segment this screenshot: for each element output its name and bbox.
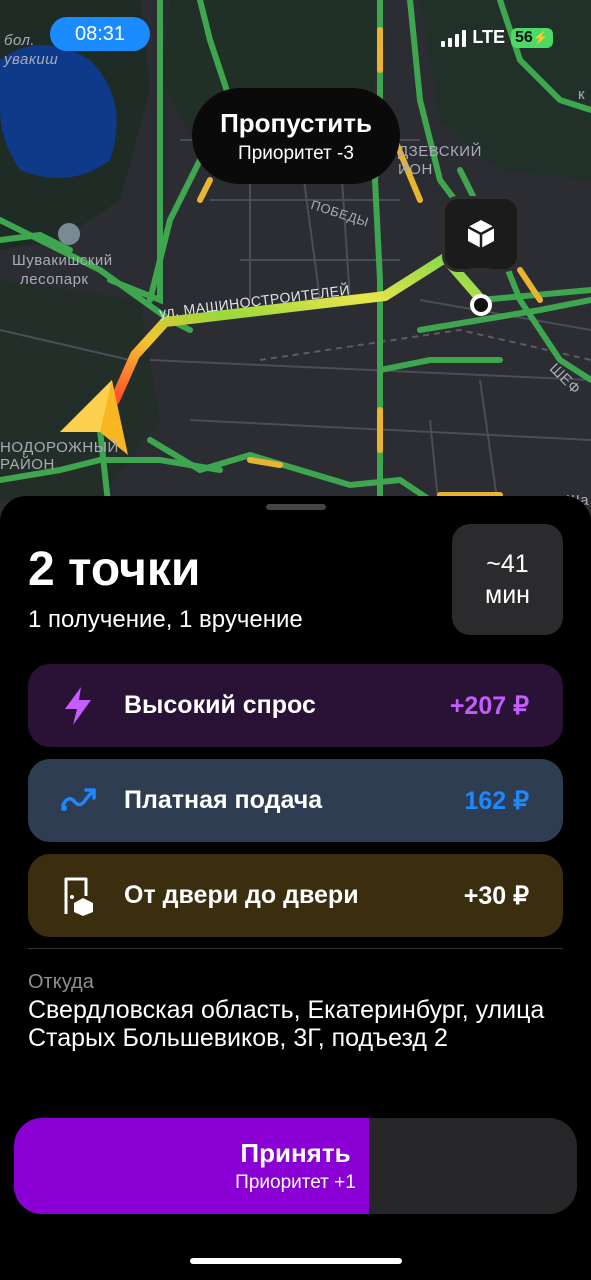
bonus-amount: +30 ₽ bbox=[463, 881, 529, 910]
accept-content: Принять Приоритет +1 bbox=[14, 1118, 577, 1214]
sheet-drag-handle[interactable] bbox=[266, 504, 326, 510]
skip-button[interactable]: Пропустить Приоритет -3 bbox=[192, 88, 400, 184]
status-indicators: LTE 56⚡ bbox=[441, 27, 553, 48]
home-indicator[interactable] bbox=[190, 1258, 402, 1264]
map-label: увакиш bbox=[4, 51, 59, 68]
from-label: Откуда bbox=[28, 971, 94, 993]
route-icon bbox=[58, 781, 98, 821]
from-address: Свердловская область, Екатеринбург, улиц… bbox=[28, 996, 545, 1052]
order-subtitle: 1 получение, 1 вручение bbox=[28, 606, 303, 633]
pickup-pin[interactable] bbox=[442, 196, 520, 272]
skip-button-label: Пропустить bbox=[220, 107, 372, 138]
order-sheet: 2 точки 1 получение, 1 вручение ~41 мин … bbox=[0, 496, 591, 1280]
order-title: 2 точки bbox=[28, 543, 201, 596]
skip-priority: Приоритет -3 bbox=[238, 142, 354, 164]
door-package-icon bbox=[58, 876, 98, 916]
lightning-icon bbox=[58, 686, 98, 726]
bonus-card-paid-pickup[interactable]: Платная подача 162 ₽ bbox=[28, 759, 563, 842]
accept-priority: Приоритет +1 bbox=[235, 1172, 356, 1193]
map-label: Шувакишский bbox=[12, 252, 113, 269]
network-type: LTE bbox=[472, 27, 506, 47]
map-label: НОДОРОЖНЫЙ bbox=[0, 439, 119, 456]
map-label: РАЙОН bbox=[0, 456, 55, 473]
bonus-amount: 162 ₽ bbox=[464, 786, 529, 815]
eta-value: ~41 bbox=[486, 549, 529, 578]
map-label: к bbox=[578, 86, 586, 103]
battery-icon: 56⚡ bbox=[511, 27, 553, 48]
map-label: ЙОН bbox=[398, 161, 433, 178]
bonus-label: Высокий спрос bbox=[124, 691, 316, 719]
divider bbox=[28, 948, 563, 949]
bonus-amount: +207 ₽ bbox=[449, 691, 529, 720]
charging-bolt-icon: ⚡ bbox=[532, 29, 549, 45]
bonus-card-door-to-door[interactable]: От двери до двери +30 ₽ bbox=[28, 854, 563, 937]
accept-label: Принять bbox=[240, 1138, 351, 1168]
status-time: 08:31 bbox=[50, 17, 150, 51]
pickup-pin-tail bbox=[470, 268, 490, 280]
cellular-signal-icon bbox=[441, 29, 467, 47]
bonus-card-high-demand[interactable]: Высокий спрос +207 ₽ bbox=[28, 664, 563, 747]
accept-button[interactable]: Принять Приоритет +1 bbox=[14, 1118, 577, 1214]
eta-badge: ~41 мин bbox=[452, 524, 563, 635]
battery-level: 56 bbox=[515, 28, 533, 46]
eta-unit: мин bbox=[485, 580, 530, 609]
bonus-label: Платная подача bbox=[124, 786, 323, 814]
map-label: ДЗЕВСКИЙ bbox=[398, 143, 482, 160]
package-icon bbox=[467, 220, 495, 248]
map-label: лесопарк bbox=[20, 271, 89, 288]
map-label: бол. bbox=[4, 32, 36, 49]
bonus-label: От двери до двери bbox=[124, 881, 359, 909]
